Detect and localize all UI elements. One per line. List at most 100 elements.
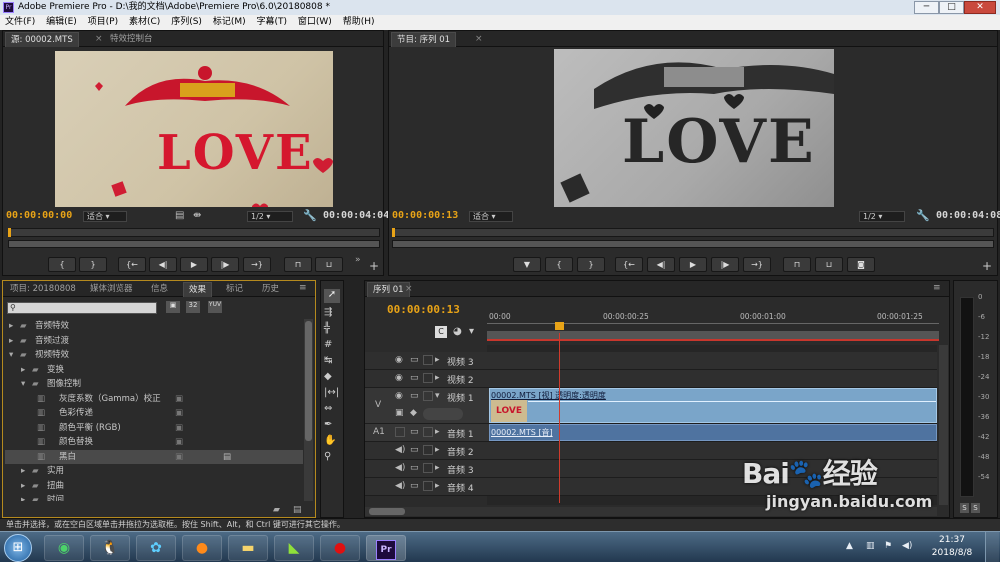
collapse-icon[interactable]: ▾ (9, 348, 13, 362)
tab-info[interactable]: 信息 (146, 282, 173, 297)
expand-track-icon[interactable]: ▸ (435, 427, 440, 437)
expand-icon[interactable]: ▸ (9, 319, 13, 333)
eye-icon[interactable]: ◉ (395, 391, 403, 401)
effect-item[interactable]: ▥ ▣ 灰度系数（Gamma）校正 (5, 392, 303, 407)
taskbar-firefox-icon[interactable]: ● (182, 535, 222, 561)
video-source-indicator[interactable]: V (375, 400, 381, 410)
taskbar-premiere-icon[interactable]: Pr (366, 535, 406, 561)
sync-lock-icon[interactable]: ▭ (410, 445, 419, 455)
timeline-playhead-line[interactable] (559, 333, 560, 503)
menu-clip[interactable]: 素材(C) (124, 15, 163, 30)
lock-icon[interactable] (423, 391, 433, 401)
tab-history[interactable]: 历史 (257, 282, 284, 297)
add-button-icon[interactable]: + (369, 259, 379, 273)
tab-sequence[interactable]: 序列 01 (367, 282, 410, 297)
marker-icon[interactable]: ◕ (453, 326, 462, 337)
menu-edit[interactable]: 编辑(E) (41, 15, 80, 30)
effects-folder[interactable]: ▾ ▰ 图像控制 (5, 377, 303, 392)
close-icon[interactable]: × (475, 34, 483, 44)
taskbar-explorer-icon[interactable]: ▬ (228, 535, 268, 561)
eye-icon[interactable]: ◉ (395, 373, 403, 383)
overwrite-button[interactable]: ⊔ (315, 257, 343, 272)
menu-window[interactable]: 窗口(W) (293, 15, 335, 30)
zoom-tool-icon[interactable]: ⚲ (324, 451, 331, 462)
menu-marker[interactable]: 标记(M) (208, 15, 249, 30)
extract-button[interactable]: ⊔ (815, 257, 843, 272)
expand-icon[interactable]: ▸ (21, 479, 25, 493)
tray-volume-icon[interactable]: ◀) (902, 541, 912, 551)
collapse-icon[interactable]: ▾ (21, 377, 25, 391)
minimize-button[interactable]: ─ (914, 1, 939, 14)
hand-tool-icon[interactable]: ✋ (324, 435, 336, 446)
tray-show-hidden-icon[interactable]: ▲ (846, 541, 853, 551)
effect-item[interactable]: ▥ ▣ 颜色替换 (5, 435, 303, 450)
sync-lock-icon[interactable]: ▭ (410, 355, 419, 365)
solo-button[interactable]: S (960, 503, 969, 513)
opacity-line[interactable] (528, 401, 936, 402)
panel-menu-icon[interactable]: ≡ (299, 283, 307, 293)
wrench-icon[interactable]: 🔧 (916, 209, 930, 222)
expand-icon[interactable]: ▸ (21, 464, 25, 478)
tab-source[interactable]: 源: 00002.MTS (5, 32, 79, 47)
mark-out-button[interactable]: } (79, 257, 107, 272)
menu-sequence[interactable]: 序列(S) (166, 15, 205, 30)
rate-stretch-tool-icon[interactable]: ↹ (324, 355, 332, 366)
sync-lock-icon[interactable]: ▭ (410, 391, 419, 401)
program-playhead[interactable] (392, 228, 395, 237)
play-button[interactable]: ▶ (679, 257, 707, 272)
slide-tool-icon[interactable]: ⇔ (324, 403, 332, 414)
lock-icon[interactable] (423, 481, 433, 491)
effects-search-input[interactable]: ⚲ (7, 302, 157, 314)
taskbar-player-icon[interactable]: ◣ (274, 535, 314, 561)
add-button-icon[interactable]: + (982, 259, 992, 273)
taskbar-media-icon[interactable]: ✿ (136, 535, 176, 561)
wrench-icon[interactable]: 🔧 (303, 209, 317, 222)
go-to-out-button[interactable]: →} (743, 257, 771, 272)
mark-out-button[interactable]: } (577, 257, 605, 272)
tray-network-icon[interactable]: ▥ (866, 541, 875, 551)
source-time-ruler[interactable] (8, 228, 380, 237)
new-bin-icon[interactable]: ▰ (273, 505, 280, 515)
effects-folder[interactable]: ▸ ▰ 时间 (5, 493, 303, 501)
keyframe-icon[interactable]: ◆ (410, 408, 417, 418)
audio-source-indicator[interactable]: A1 (373, 427, 385, 437)
close-icon[interactable]: × (95, 34, 103, 44)
go-to-in-button[interactable]: {← (118, 257, 146, 272)
keyframe-nav[interactable] (423, 408, 463, 420)
accelerated-effects-icon[interactable]: ▣ (166, 301, 180, 313)
expand-track-icon[interactable]: ▸ (435, 355, 440, 365)
menu-file[interactable]: 文件(F) (0, 15, 38, 30)
effects-folder[interactable]: ▾ ▰ 视频特效 (5, 348, 303, 363)
sync-lock-icon[interactable]: ▭ (410, 373, 419, 383)
tray-time[interactable]: 21:37 (932, 535, 972, 545)
program-resolution-dropdown[interactable]: 1/2 ▾ (859, 211, 905, 222)
timeline-horizontal-scrollbar[interactable] (365, 507, 937, 516)
effects-folder[interactable]: ▸ ▰ 音频特效 (5, 319, 303, 334)
solo-button[interactable]: S (971, 503, 980, 513)
effect-item[interactable]: ▥ ▣ 颜色平衡 (RGB) (5, 421, 303, 436)
audio-toggle-icon[interactable] (395, 427, 405, 437)
timeline-vertical-scrollbar[interactable] (939, 345, 948, 505)
tab-effects[interactable]: 效果 (183, 282, 213, 297)
effects-folder[interactable]: ▸ ▰ 音频过渡 (5, 334, 303, 349)
tab-markers[interactable]: 标记 (221, 282, 248, 297)
mark-in-button[interactable]: { (545, 257, 573, 272)
sync-lock-icon[interactable]: ▭ (410, 427, 419, 437)
sync-lock-icon[interactable]: ▭ (410, 481, 419, 491)
selection-tool-icon[interactable]: ➚ (324, 289, 340, 303)
32bit-effects-icon[interactable]: 32 (186, 301, 200, 313)
rolling-edit-tool-icon[interactable]: # (324, 339, 332, 350)
timeline-playhead-marker[interactable] (555, 322, 564, 330)
source-zoom-bar[interactable] (8, 240, 380, 248)
timeline-scroll-thumb[interactable] (369, 508, 405, 515)
drag-video-icon[interactable]: ⇼ (193, 210, 201, 221)
step-forward-button[interactable]: |▶ (211, 257, 239, 272)
source-resolution-dropdown[interactable]: 1/2 ▾ (247, 211, 293, 222)
eye-icon[interactable]: ◉ (395, 355, 403, 365)
source-timecode[interactable]: 00:00:00:00 (6, 210, 72, 221)
panel-menu-icon[interactable]: ≡ (933, 283, 941, 293)
insert-button[interactable]: ⊓ (284, 257, 312, 272)
close-icon[interactable]: × (405, 284, 413, 294)
timeline-ruler[interactable]: 00:00 00:00:00:25 00:00:01:00 00:00:01:2… (487, 309, 939, 341)
lift-button[interactable]: ⊓ (783, 257, 811, 272)
